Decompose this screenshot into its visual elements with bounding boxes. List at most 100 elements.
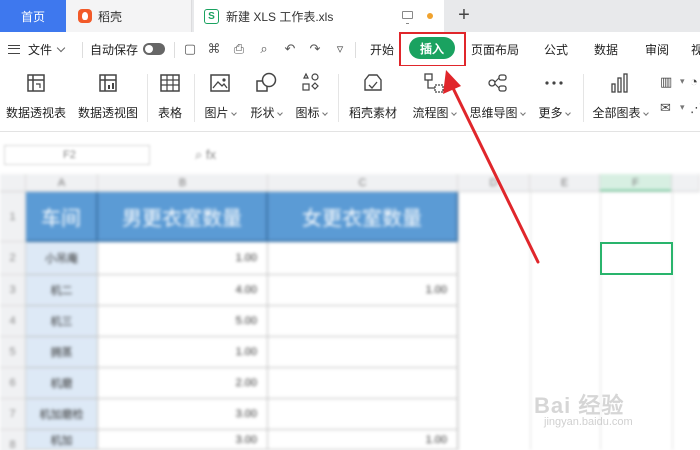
table-cell[interactable]: 4.00 bbox=[98, 275, 268, 306]
chevron-down-icon[interactable]: ▾ bbox=[680, 76, 685, 87]
fx-icon: fx bbox=[205, 147, 217, 162]
table-button[interactable]: 表格 bbox=[152, 72, 188, 124]
row-header-8[interactable]: 8 bbox=[0, 430, 26, 450]
select-all-corner[interactable] bbox=[0, 174, 26, 192]
flowchart-button[interactable]: 流程图 bbox=[408, 72, 460, 124]
envelope-chart-icon[interactable]: ✉ bbox=[660, 100, 671, 116]
table-cell[interactable]: 机加磨检 bbox=[26, 399, 98, 430]
chevron-down-icon bbox=[450, 110, 457, 116]
picture-label-text: 图片 bbox=[204, 106, 229, 120]
redo-icon[interactable]: ↷ bbox=[308, 42, 322, 56]
spreadsheet-window: 首页 稻壳 S 新建 XLS 工作表.xls + 文件 自动保存 ▢ ⌘ ⎙ ⌕… bbox=[0, 0, 700, 450]
column-header-c[interactable]: C bbox=[268, 174, 458, 192]
monitor-icon[interactable] bbox=[402, 11, 413, 24]
table-cell[interactable]: 机二 bbox=[26, 275, 98, 306]
column-header-a[interactable]: A bbox=[26, 174, 98, 192]
daoke-assets-button[interactable]: 稻壳素材 bbox=[345, 72, 401, 124]
chevron-down-icon bbox=[321, 110, 328, 116]
column-header-g[interactable] bbox=[672, 174, 700, 192]
table-cell[interactable]: 1.00 bbox=[98, 337, 268, 368]
pivot-table-button[interactable]: 数据透视表 bbox=[4, 72, 68, 124]
new-tab-button[interactable]: + bbox=[452, 3, 476, 27]
table-cell[interactable] bbox=[268, 306, 458, 337]
table-header-cell[interactable]: 女更衣室数量 bbox=[268, 192, 458, 242]
menu-divider bbox=[82, 42, 83, 58]
autosave-toggle[interactable]: 自动保存 bbox=[90, 32, 166, 66]
formula-icons[interactable]: ⌕ fx bbox=[195, 147, 216, 163]
toggle-switch-icon[interactable] bbox=[143, 43, 166, 55]
table-cell[interactable]: 机加 bbox=[26, 430, 98, 450]
icons-label: 图标 bbox=[290, 104, 332, 121]
row-header-1[interactable]: 1 bbox=[0, 192, 26, 242]
table-header-text: 车间 bbox=[41, 207, 81, 230]
tab-home[interactable]: 首页 bbox=[0, 0, 66, 32]
table-cell[interactable]: 1.00 bbox=[268, 430, 458, 450]
print-preview-icon[interactable]: ⌕ bbox=[257, 42, 271, 56]
cell-text: 1.00 bbox=[235, 346, 257, 358]
all-charts-button[interactable]: 全部图表 bbox=[590, 72, 650, 124]
row-header-2[interactable]: 2 bbox=[0, 242, 26, 275]
row-header-4[interactable]: 4 bbox=[0, 306, 26, 337]
column-header-b[interactable]: B bbox=[98, 174, 268, 192]
table-header-cell[interactable]: 男更衣室数量 bbox=[98, 192, 268, 242]
chevron-down-icon[interactable]: ▾ bbox=[680, 102, 685, 113]
tab-daoke[interactable]: 稻壳 bbox=[66, 0, 192, 32]
table-cell[interactable]: 3.00 bbox=[98, 430, 268, 450]
row-header-5[interactable]: 5 bbox=[0, 337, 26, 368]
menu-tab-data[interactable]: 数据 bbox=[594, 32, 618, 66]
name-box[interactable]: F2 bbox=[4, 145, 150, 165]
menu-tab-review[interactable]: 审阅 bbox=[645, 32, 669, 66]
table-cell[interactable]: 拥蒸 bbox=[26, 337, 98, 368]
table-cell[interactable]: 1.00 bbox=[268, 275, 458, 306]
picture-button[interactable]: 图片 bbox=[199, 72, 241, 124]
table-cell[interactable]: 1.00 bbox=[98, 242, 268, 275]
tab-document[interactable]: S 新建 XLS 工作表.xls bbox=[194, 0, 444, 32]
column-header-f[interactable]: F bbox=[600, 174, 672, 192]
row-header-6[interactable]: 6 bbox=[0, 368, 26, 399]
selected-cell-f2[interactable] bbox=[600, 242, 673, 275]
column-chart-icon[interactable]: ▥ bbox=[660, 74, 672, 90]
table-cell[interactable]: 2.00 bbox=[98, 368, 268, 399]
insert-ribbon: 数据透视表 数据透视图 表格 图片 形状 图标 稻壳素材 流程图 思维导图 更多… bbox=[0, 66, 700, 132]
print-icon[interactable]: ⎙ bbox=[232, 42, 246, 56]
column-header-d[interactable]: D bbox=[458, 174, 530, 192]
save-icon[interactable]: ▢ bbox=[183, 42, 197, 56]
row-header-7[interactable]: 7 bbox=[0, 399, 26, 430]
table-cell[interactable]: 3.00 bbox=[98, 399, 268, 430]
table-cell[interactable]: 机三 bbox=[26, 306, 98, 337]
customize-dropdown-icon[interactable]: ▿ bbox=[333, 42, 347, 56]
unsaved-dot-icon bbox=[427, 13, 433, 19]
more-button[interactable]: 更多 bbox=[533, 72, 575, 124]
undo-icon[interactable]: ↶ bbox=[283, 42, 297, 56]
mindmap-button[interactable]: 思维导图 bbox=[466, 72, 528, 124]
table-cell[interactable]: 5.00 bbox=[98, 306, 268, 337]
table-cell[interactable] bbox=[268, 368, 458, 399]
mindmap-icon bbox=[486, 72, 508, 94]
table-cell[interactable] bbox=[268, 337, 458, 368]
format-painter-icon[interactable]: ⌘ bbox=[207, 42, 221, 56]
menu-divider bbox=[174, 42, 175, 58]
file-menu[interactable]: 文件 bbox=[28, 32, 66, 66]
menu-tab-page-layout-label: 页面布局 bbox=[471, 42, 520, 57]
menu-tab-page-layout[interactable]: 页面布局 bbox=[471, 32, 519, 66]
icons-button[interactable]: 图标 bbox=[290, 72, 332, 124]
column-header-label: A bbox=[57, 177, 66, 189]
table-cell[interactable]: 小吊庵 bbox=[26, 242, 98, 275]
table-cell[interactable]: 机磨 bbox=[26, 368, 98, 399]
menu-tab-home[interactable]: 开始 bbox=[370, 32, 394, 66]
menu-tab-view[interactable]: 视 bbox=[691, 32, 700, 66]
menu-hamburger[interactable] bbox=[8, 32, 22, 66]
row-header-3[interactable]: 3 bbox=[0, 275, 26, 306]
column-header-e[interactable]: E bbox=[530, 174, 600, 192]
table-header-text: 女更衣室数量 bbox=[302, 207, 422, 230]
shapes-button[interactable]: 形状 bbox=[245, 72, 287, 124]
table-cell[interactable] bbox=[268, 399, 458, 430]
tab-home-label: 首页 bbox=[20, 9, 45, 24]
table-cell[interactable] bbox=[268, 242, 458, 275]
table-header-cell[interactable]: 车间 bbox=[26, 192, 98, 242]
menu-tab-formulas[interactable]: 公式 bbox=[544, 32, 568, 66]
pie-chart-icon[interactable]: ◔ bbox=[690, 74, 698, 89]
more-label: 更多 bbox=[533, 104, 575, 121]
scatter-chart-icon[interactable]: ⋰ bbox=[690, 100, 700, 116]
pivot-chart-button[interactable]: 数据透视图 bbox=[76, 72, 140, 124]
